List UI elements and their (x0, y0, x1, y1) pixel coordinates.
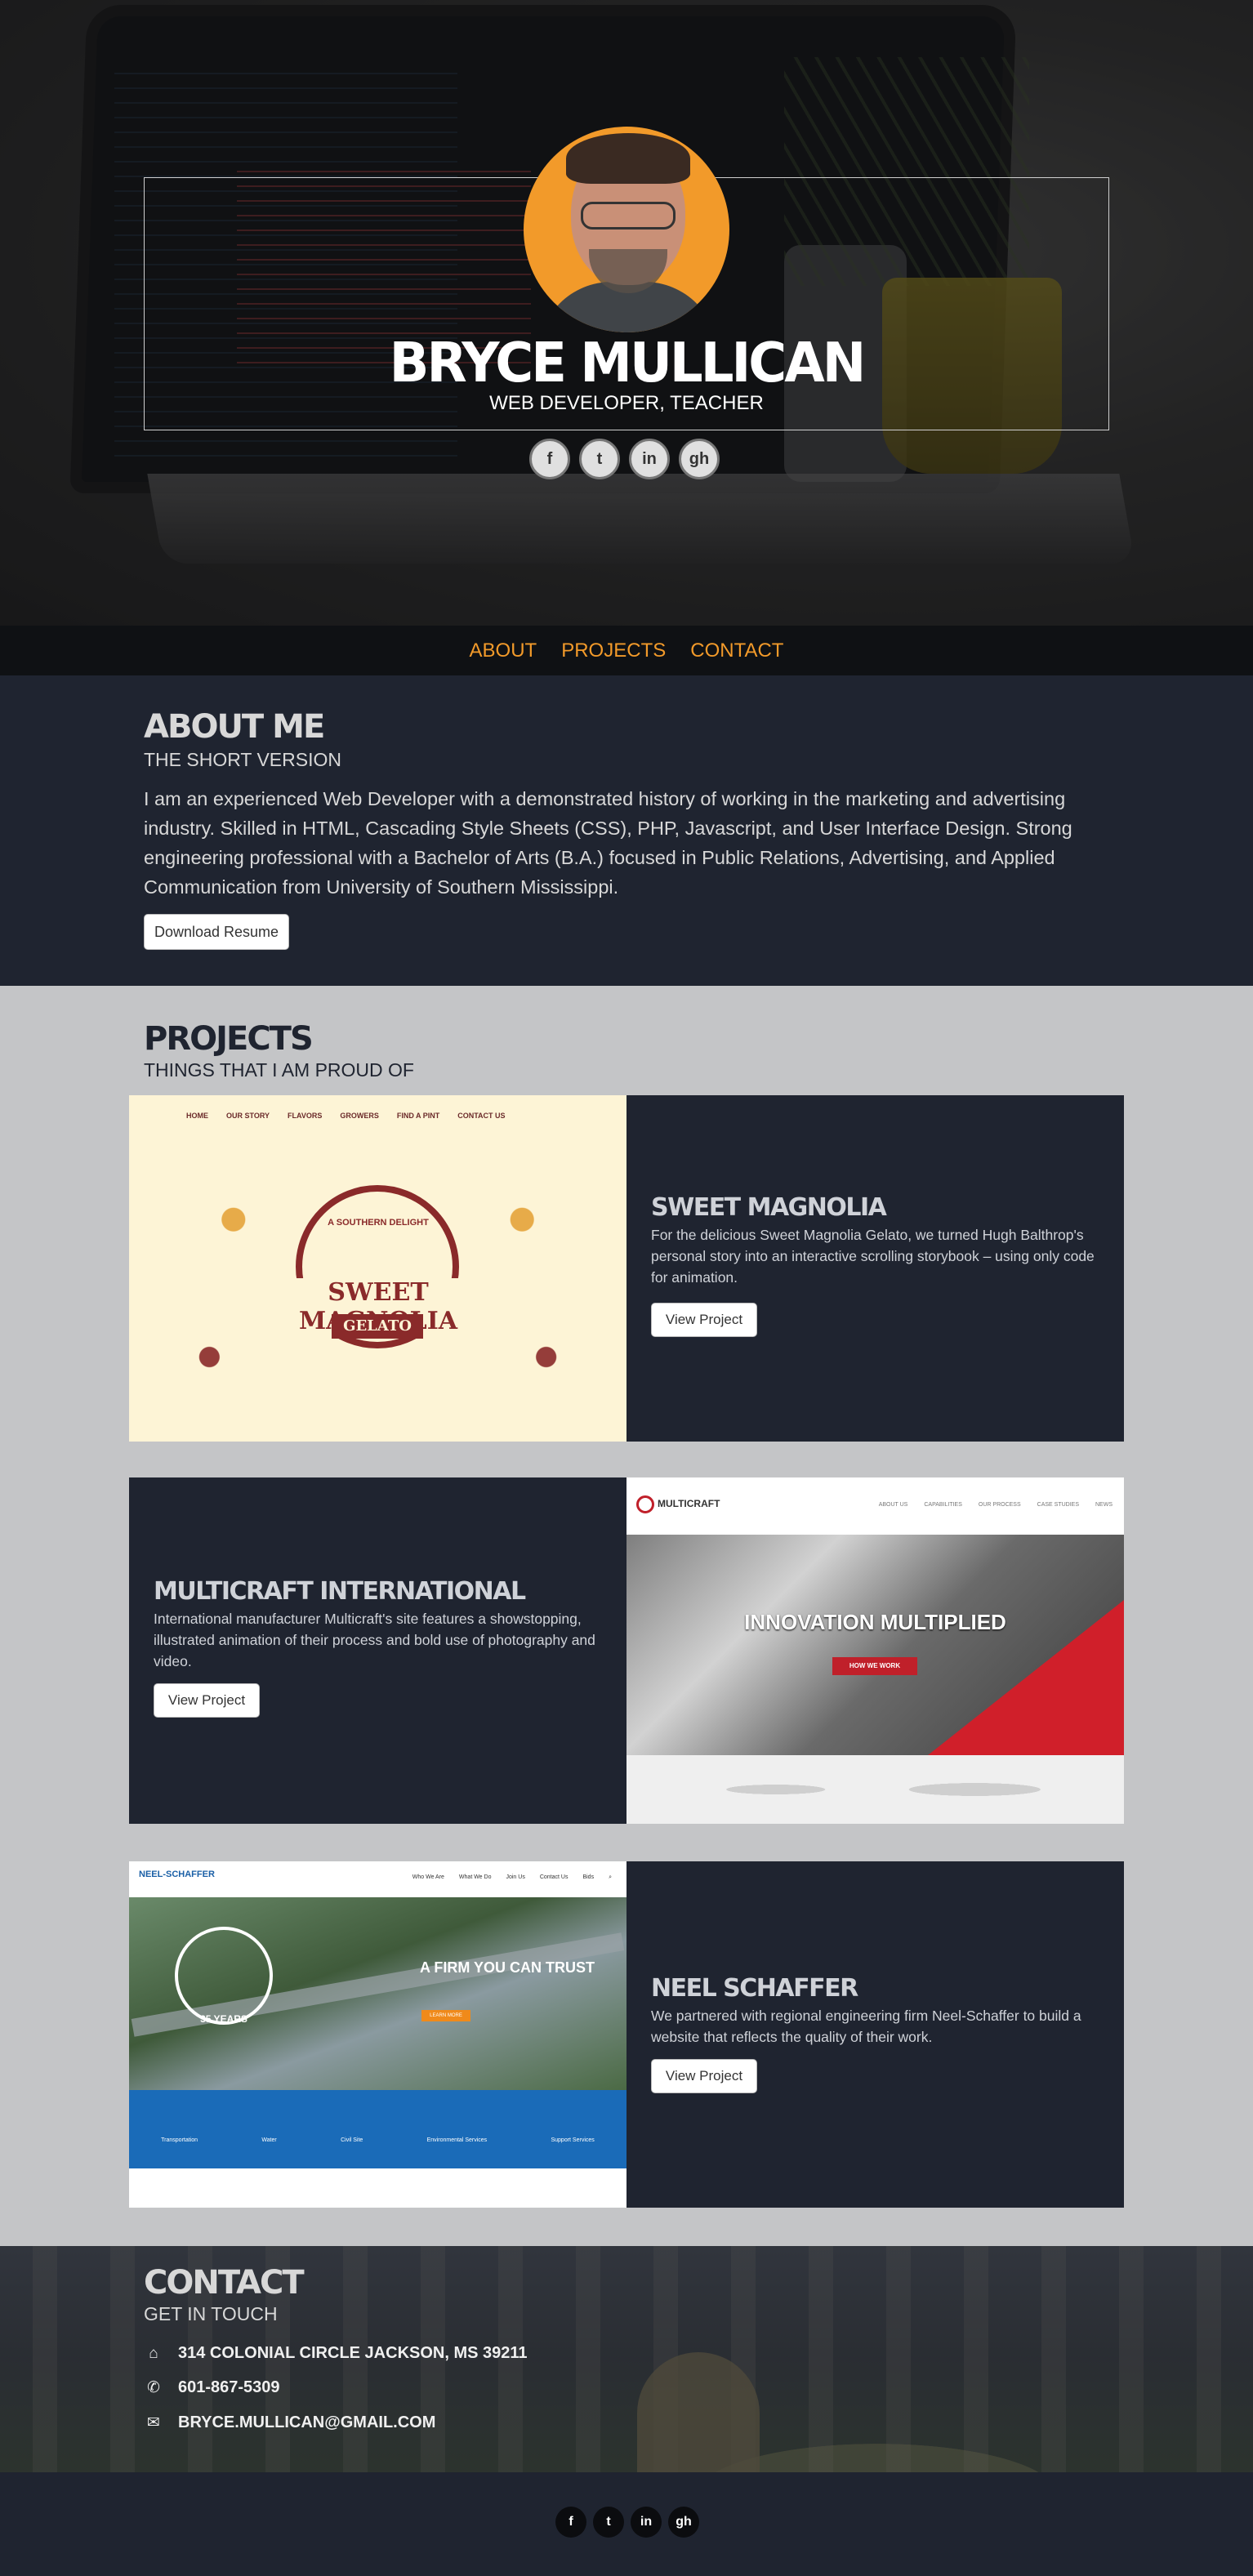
screenshot-logo: MULTICRAFT (636, 1495, 720, 1513)
footer: f t in gh (0, 2472, 1253, 2576)
main-nav: ABOUT PROJECTS CONTACT (0, 626, 1253, 675)
phone-icon: ✆ (147, 2379, 160, 2396)
contact-subtitle: GET IN TOUCH (144, 2303, 278, 2324)
github-icon[interactable]: gh (679, 439, 720, 479)
envelope-icon: ✉ (147, 2414, 160, 2431)
github-icon[interactable]: gh (668, 2507, 699, 2538)
about-title: ABOUT ME (144, 708, 325, 746)
linkedin-icon[interactable]: in (629, 439, 670, 479)
project-card-neel-schaffer: NEEL-SCHAFFER Who We Are What We Do Join… (129, 1861, 1124, 2208)
screenshot-headline: A FIRM YOU CAN TRUST (420, 1959, 595, 1976)
nav-item-contact[interactable]: CONTACT (690, 640, 783, 662)
facebook-icon[interactable]: f (529, 439, 570, 479)
hero-social-links: f t in gh (529, 439, 720, 479)
logo-tagline: A SOUTHERN DELIGHT (328, 1218, 429, 1228)
globe-icon (636, 1495, 654, 1513)
glasses-icon (581, 202, 676, 230)
linkedin-icon[interactable]: in (631, 2507, 662, 2538)
contact-title: CONTACT (144, 2264, 305, 2302)
about-subtitle: THE SHORT VERSION (144, 749, 341, 770)
services-band (129, 2090, 626, 2168)
project-body: NEEL SCHAFFER We partnered with regional… (626, 1861, 1124, 2208)
avatar (524, 127, 729, 332)
view-project-button[interactable]: View Project (651, 2059, 757, 2093)
home-icon: ⌂ (149, 2344, 158, 2362)
contact-phone[interactable]: ✆ 601-867-5309 (144, 2378, 280, 2397)
about-section: ABOUT ME THE SHORT VERSION I am an exper… (0, 675, 1253, 986)
project-card-multicraft: MULTICRAFT INTERNATIONAL International m… (129, 1477, 1124, 1824)
search-icon: ⌕ (609, 1874, 612, 1880)
projects-title: PROJECTS (144, 1020, 314, 1058)
projects-section: PROJECTS THINGS THAT I AM PROUD OF HOME … (0, 986, 1253, 2246)
services-list: Transportation Water Civil Site Environm… (161, 2137, 595, 2143)
contact-email[interactable]: ✉ BRYCE.MULLICAN@GMAIL.COM (144, 2413, 435, 2432)
projects-subtitle: THINGS THAT I AM PROUD OF (144, 1059, 414, 1081)
project-body: MULTICRAFT INTERNATIONAL International m… (129, 1477, 626, 1824)
world-map-graphic (626, 1755, 1124, 1824)
project-screenshot-sweet-magnolia[interactable]: HOME OUR STORY FLAVORS GROWERS FIND A PI… (129, 1095, 626, 1442)
screenshot-cta: HOW WE WORK (832, 1657, 917, 1675)
view-project-button[interactable]: View Project (651, 1303, 757, 1337)
project-title: MULTICRAFT INTERNATIONAL (154, 1577, 526, 1606)
project-description: For the delicious Sweet Magnolia Gelato,… (651, 1227, 1095, 1286)
hero-name: BRYCE MULLICAN (389, 332, 867, 395)
project-screenshot-neel-schaffer[interactable]: NEEL-SCHAFFER Who We Are What We Do Join… (129, 1861, 626, 2208)
screenshot-nav: ABOUT US CAPABILITIES OUR PROCESS CASE S… (878, 1502, 1113, 1508)
badge-text: 35 YEARS (200, 2013, 247, 2025)
download-resume-button[interactable]: Download Resume (144, 914, 289, 950)
facebook-icon[interactable]: f (555, 2507, 586, 2538)
hero-subtitle: WEB DEVELOPER, TEACHER (489, 392, 764, 414)
footer-social-links: f t in gh (555, 2507, 699, 2538)
project-description: International manufacturer Multicraft's … (154, 1611, 595, 1669)
project-title: NEEL SCHAFFER (651, 1974, 858, 2003)
screenshot-logo: NEEL-SCHAFFER (139, 1870, 215, 1879)
twitter-icon[interactable]: t (593, 2507, 624, 2538)
nav-item-projects[interactable]: PROJECTS (561, 640, 666, 662)
screenshot-nav: HOME OUR STORY FLAVORS GROWERS FIND A PI… (186, 1112, 506, 1120)
view-project-button[interactable]: View Project (154, 1683, 260, 1718)
logo-subword: GELATO (332, 1314, 423, 1339)
screenshot-headline: INNOVATION MULTIPLIED (744, 1610, 1006, 1634)
about-text: I am an experienced Web Developer with a… (144, 788, 1072, 898)
project-body: SWEET MAGNOLIA For the delicious Sweet M… (626, 1095, 1124, 1442)
twitter-icon[interactable]: t (579, 439, 620, 479)
contact-address: ⌂ 314 COLONIAL CIRCLE JACKSON, MS 39211 (144, 2344, 527, 2363)
hero-section: BRYCE MULLICAN WEB DEVELOPER, TEACHER f … (0, 0, 1253, 626)
project-description: We partnered with regional engineering f… (651, 2008, 1081, 2045)
nav-item-about[interactable]: ABOUT (470, 640, 537, 662)
contact-section: CONTACT GET IN TOUCH ⌂ 314 COLONIAL CIRC… (0, 2246, 1253, 2472)
screenshot-nav: Who We Are What We Do Join Us Contact Us… (412, 1874, 612, 1880)
anniversary-badge (175, 1927, 273, 2025)
project-title: SWEET MAGNOLIA (651, 1193, 887, 1222)
project-card-sweet-magnolia: HOME OUR STORY FLAVORS GROWERS FIND A PI… (129, 1095, 1124, 1442)
project-screenshot-multicraft[interactable]: MULTICRAFT ABOUT US CAPABILITIES OUR PRO… (626, 1477, 1124, 1824)
screenshot-cta: LEARN MORE (421, 2010, 470, 2021)
